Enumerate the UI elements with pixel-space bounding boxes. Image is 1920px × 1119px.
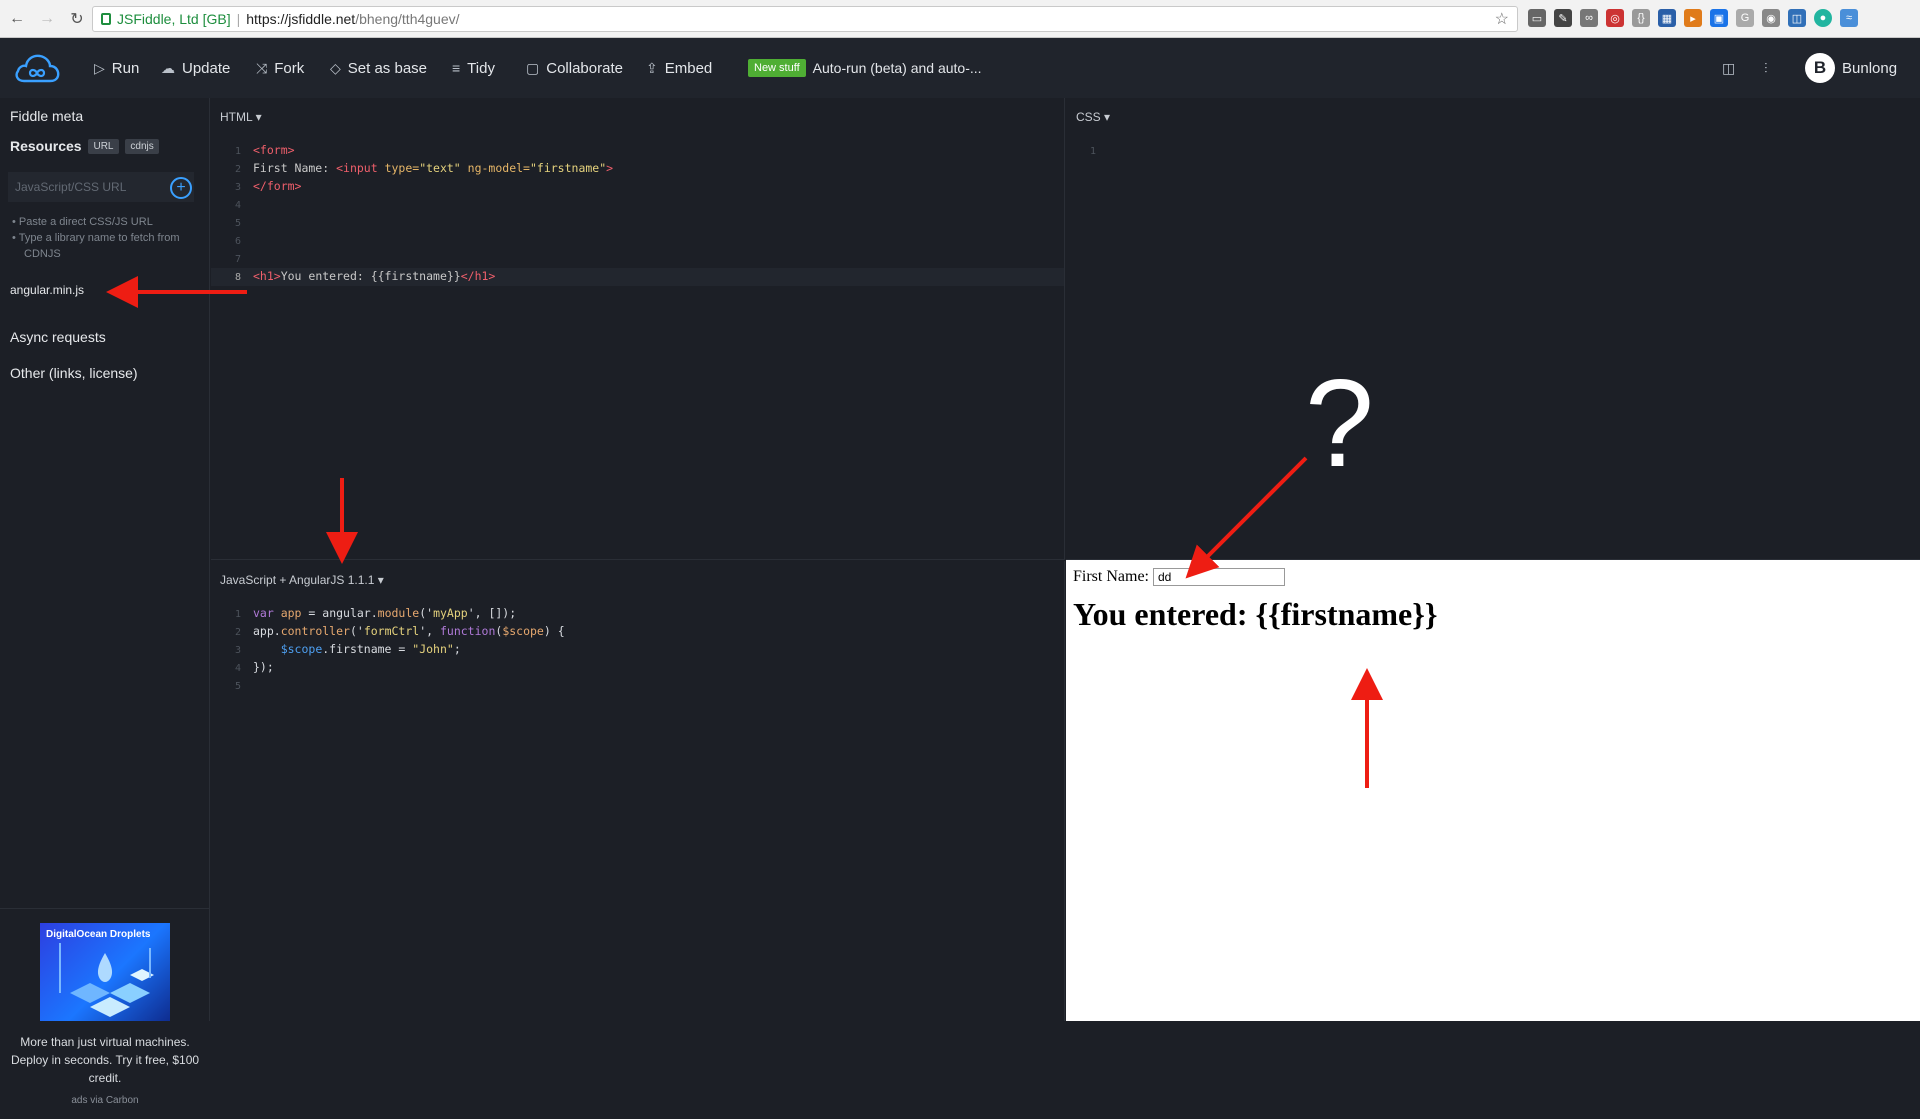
cdnjs-tag[interactable]: cdnjs [125, 139, 159, 154]
chat-icon: ▢ [526, 59, 540, 76]
pin-icon[interactable]: ✎ [1554, 9, 1572, 27]
ad-image[interactable]: DigitalOcean Droplets [40, 923, 170, 1021]
html-code-editor[interactable]: 1 <form> 2 First Name: <input type="text" … [211, 142, 1064, 286]
fork-icon: ⤨ [256, 59, 268, 76]
ad-text: More than just virtual machines. Deploy … [10, 1035, 200, 1085]
tidy-button[interactable]: ≡ Tidy [452, 38, 495, 98]
html-panel-title[interactable]: HTML ▾ [220, 110, 262, 124]
js-panel-title[interactable]: JavaScript + AngularJS 1.1.1 ▾ [220, 573, 384, 587]
reload-icon[interactable]: ↻ [64, 6, 90, 32]
css-code-editor[interactable]: 1 [1066, 142, 1919, 160]
lines-icon: ≡ [452, 60, 461, 76]
settings-button[interactable]: ⫶ [1764, 38, 1768, 98]
chart-icon[interactable]: ▦ [1658, 9, 1676, 27]
async-requests-link[interactable]: Async requests [10, 329, 106, 345]
url-host: https://jsfiddle.net [246, 11, 356, 27]
back-icon[interactable]: ← [4, 6, 30, 32]
window-icon[interactable]: ◫ [1788, 9, 1806, 27]
extension-icons: ▭ ✎ ∞ ◎ {} ▦ ▸ ▣ G ◉ ◫ ● ≈ [1528, 9, 1858, 27]
tag-icon[interactable]: ▸ [1684, 9, 1702, 27]
ad-source[interactable]: ads via Carbon [0, 1095, 210, 1106]
sliders-icon: ⫶ [1764, 59, 1768, 76]
camera-icon[interactable]: ◉ [1762, 9, 1780, 27]
run-button[interactable]: ▷ Run [94, 38, 139, 98]
collaborate-button[interactable]: ▢ Collaborate [526, 38, 623, 98]
fiddle-toolbar: ▷ Run ☁ Update ⤨ Fork ◇ Set as base ≡ Tidy ▢ C… [0, 38, 1920, 98]
css-editor-panel: CSS ▾ 1 [1066, 98, 1920, 560]
result-heading: You entered: {{firstname}} [1073, 596, 1438, 632]
wave-icon[interactable]: ≈ [1840, 9, 1858, 27]
bookmark-star-icon[interactable]: ☆ [1495, 9, 1509, 29]
update-button[interactable]: ☁ Update [161, 38, 230, 98]
result-panel: First Name: dd You entered: {{firstname}… [1066, 560, 1920, 1021]
fork-button[interactable]: ⤨ Fork [256, 38, 304, 98]
browser-chrome: ← → ↻ JSFiddle, Ltd [GB] | https://jsfid… [0, 0, 1920, 38]
target-icon[interactable]: ◎ [1606, 9, 1624, 27]
first-name-label: First Name: [1073, 568, 1149, 585]
avatar: B [1805, 53, 1835, 83]
share-icon: ⇪ [646, 59, 658, 76]
folder-icon[interactable]: ▭ [1528, 9, 1546, 27]
jsfiddle-logo-icon[interactable] [14, 51, 60, 85]
braces-icon[interactable]: {} [1632, 9, 1650, 27]
html-editor-panel: HTML ▾ 1 <form> 2 First Name: <input type=… [211, 98, 1065, 560]
screen-icon[interactable]: ▣ [1710, 9, 1728, 27]
news-link[interactable]: New stuff Auto-run (beta) and auto-... [748, 38, 982, 98]
resource-item-angular[interactable]: angular.min.js [10, 283, 84, 297]
color-icon[interactable]: ● [1814, 9, 1832, 27]
css-panel-title[interactable]: CSS ▾ [1076, 110, 1110, 124]
resources-section: Resources URL cdnjs [10, 138, 159, 154]
embed-button[interactable]: ⇪ Embed [646, 38, 712, 98]
new-stuff-badge: New stuff [748, 59, 806, 77]
hint-direct-url: • Paste a direct CSS/JS URL [12, 216, 153, 228]
fiddle-meta-link[interactable]: Fiddle meta [10, 108, 83, 124]
set-as-base-button[interactable]: ◇ Set as base [330, 38, 427, 98]
lock-icon [101, 13, 111, 25]
resources-heading: Resources [10, 138, 82, 154]
other-links-license-link[interactable]: Other (links, license) [10, 365, 138, 381]
question-mark-annotation: ? [1305, 355, 1374, 493]
g-icon[interactable]: G [1736, 9, 1754, 27]
address-bar[interactable]: JSFiddle, Ltd [GB] | https://jsfiddle.ne… [92, 6, 1518, 32]
play-icon: ▷ [94, 59, 105, 76]
sidebar: Fiddle meta Resources URL cdnjs + • Past… [0, 98, 210, 1106]
js-editor-panel: JavaScript + AngularJS 1.1.1 ▾ 1 var app … [211, 561, 1065, 1021]
add-resource-icon[interactable]: + [170, 177, 192, 199]
layout-button[interactable]: ◫ [1722, 38, 1735, 98]
resource-url-input[interactable] [8, 172, 194, 202]
hint-cdnjs: • Type a library name to fetch from CDNJ… [12, 232, 180, 260]
tag-icon: ◇ [330, 59, 341, 76]
link-icon[interactable]: ∞ [1580, 9, 1598, 27]
layout-icon: ◫ [1722, 59, 1736, 76]
carbon-ad[interactable]: DigitalOcean Droplets More than just vir… [0, 908, 210, 1119]
droplet-illustration-icon [59, 943, 154, 1017]
forward-icon[interactable]: → [34, 6, 60, 32]
cloud-upload-icon: ☁ [161, 59, 175, 76]
site-identity: JSFiddle, Ltd [GB] [117, 11, 231, 27]
user-menu[interactable]: B Bunlong [1805, 38, 1897, 98]
js-code-editor[interactable]: 1 var app = angular.module('myApp', []); … [211, 605, 1064, 695]
first-name-input[interactable]: dd [1153, 568, 1285, 586]
url-tag[interactable]: URL [88, 139, 119, 154]
url-path: /bheng/tth4guev/ [355, 11, 460, 27]
